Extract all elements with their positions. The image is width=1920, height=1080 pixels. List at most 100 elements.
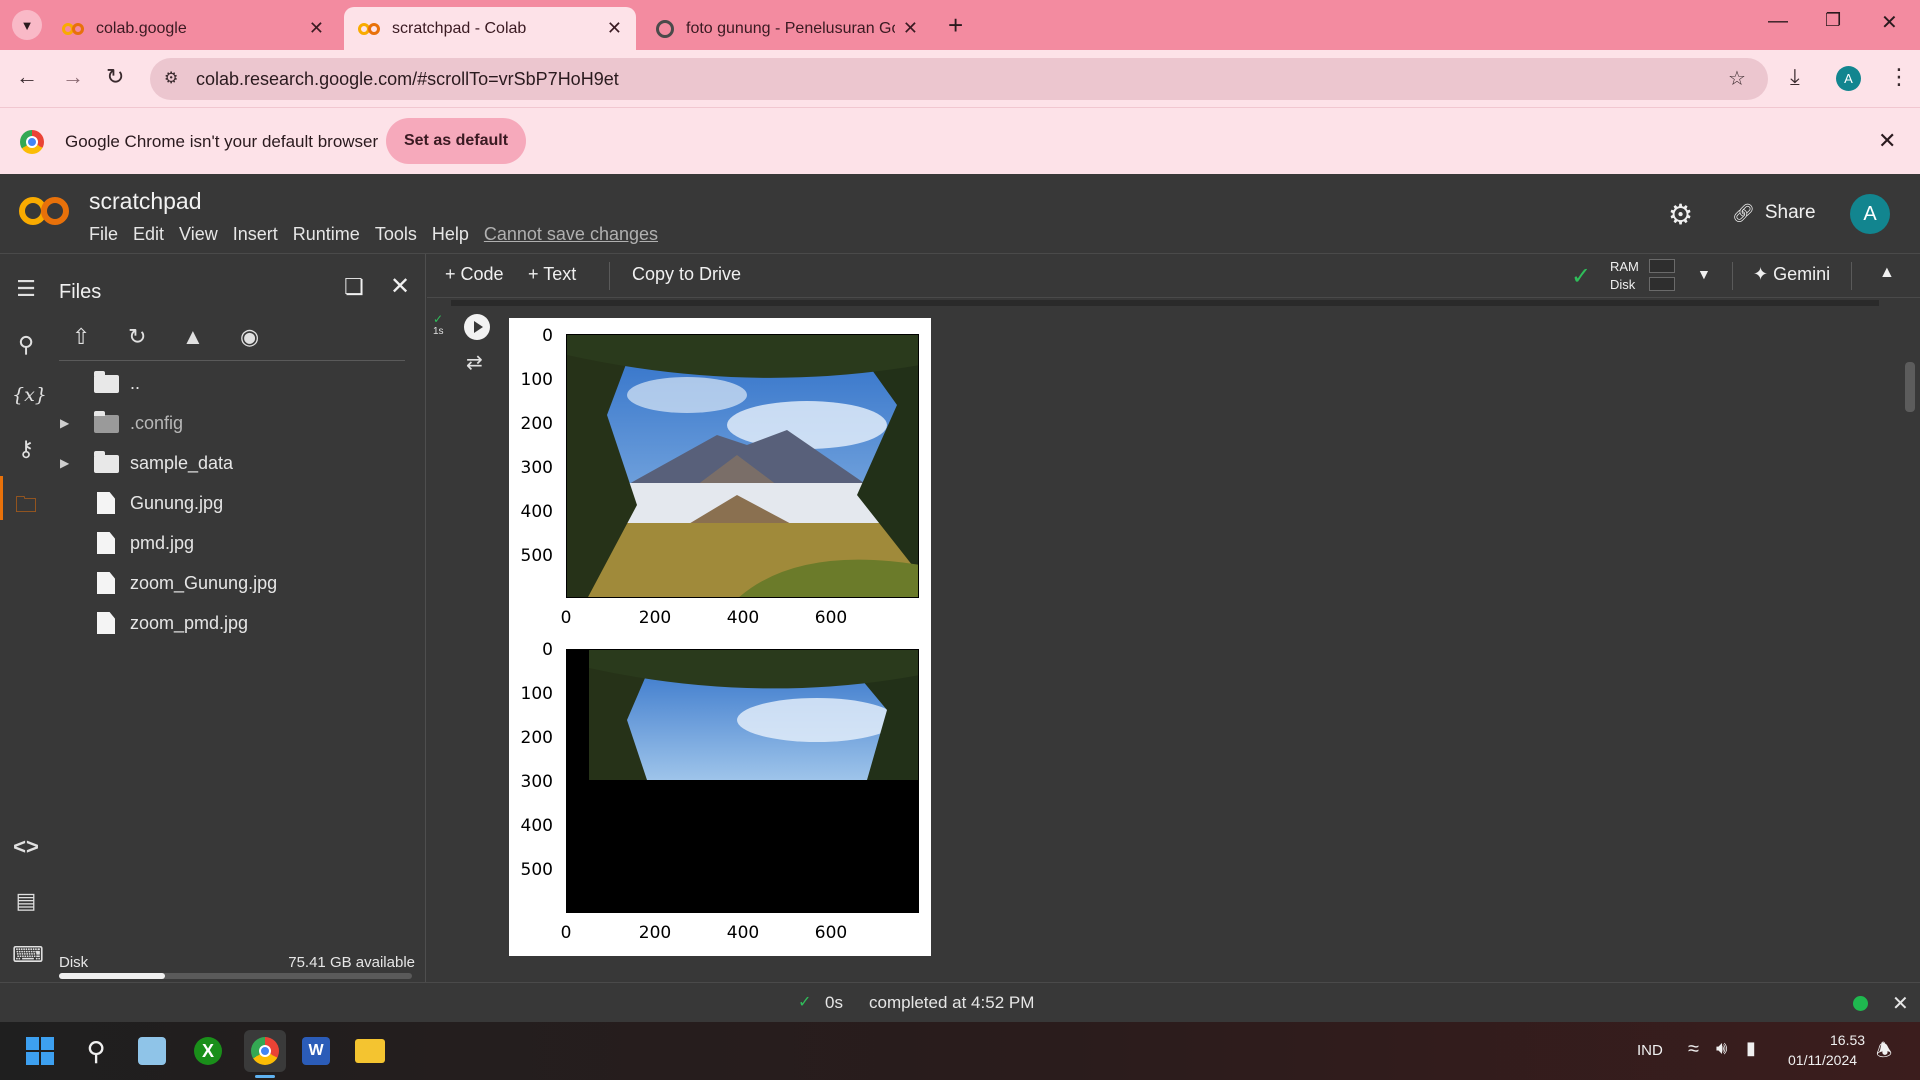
menu-file[interactable]: File <box>89 224 118 245</box>
word-app-icon[interactable]: W <box>298 1033 334 1069</box>
y-tick-label: 100 <box>520 370 553 390</box>
input-language[interactable]: IND <box>1637 1042 1663 1059</box>
notebook-title[interactable]: scratchpad <box>89 188 202 215</box>
menu-edit[interactable]: Edit <box>133 224 164 245</box>
expand-caret-icon[interactable]: ▶ <box>60 456 76 470</box>
divider <box>609 262 610 290</box>
file-name: Gunung.jpg <box>130 492 224 513</box>
mountain-image-zoomed <box>566 649 919 913</box>
copilot-app-icon[interactable] <box>134 1033 170 1069</box>
windows-start-icon[interactable] <box>22 1033 58 1069</box>
y-tick-label: 400 <box>520 816 553 836</box>
bookmark-star-icon[interactable]: ☆ <box>1728 66 1746 91</box>
xbox-app-icon[interactable]: X <box>190 1033 226 1069</box>
menu-tools[interactable]: Tools <box>375 224 417 245</box>
file-explorer-icon[interactable] <box>352 1033 388 1069</box>
set-as-default-button[interactable]: Set as default <box>386 118 526 164</box>
menu-kebab-icon[interactable]: ⋮ <box>1888 64 1910 90</box>
close-icon[interactable]: ✕ <box>309 18 324 39</box>
forward-icon[interactable]: → <box>62 64 84 90</box>
add-code-button[interactable]: + Code <box>445 264 504 285</box>
run-cell-button[interactable] <box>464 314 490 340</box>
file-entry-zoom-pmd[interactable]: zoom_pmd.jpg <box>52 606 412 640</box>
output-actions-icon[interactable]: ⇄ <box>466 350 483 375</box>
gemini-label: Gemini <box>1773 264 1831 284</box>
colab-logo-icon[interactable] <box>18 194 70 233</box>
gemini-button[interactable]: ✦ Gemini <box>1753 264 1830 285</box>
chrome-app-icon[interactable] <box>244 1030 286 1072</box>
file-name: pmd.jpg <box>130 532 195 553</box>
status-close-icon[interactable]: ✕ <box>1892 991 1909 1016</box>
folder-icon <box>94 411 120 433</box>
upload-file-icon[interactable]: ⇧ <box>72 324 90 350</box>
variables-icon[interactable]: {x} <box>12 384 47 406</box>
tab-scratchpad[interactable]: scratchpad - Colab ✕ <box>344 7 636 50</box>
show-hidden-eye-icon[interactable]: ◉ <box>240 324 259 350</box>
mount-drive-icon[interactable]: ▲ <box>182 324 204 350</box>
expand-caret-icon[interactable]: ▶ <box>60 416 76 430</box>
x-tick-label: 400 <box>726 608 760 628</box>
secrets-key-icon[interactable]: ⚷ <box>12 436 40 462</box>
file-name: .. <box>130 372 141 393</box>
clock-date[interactable]: 01/11/2024 <box>1788 1052 1857 1068</box>
runtime-dropdown-icon[interactable]: ▼ <box>1697 266 1711 282</box>
clock-time[interactable]: 16.53 <box>1830 1032 1865 1048</box>
minimize-icon[interactable]: — <box>1768 10 1788 33</box>
menu-insert[interactable]: Insert <box>233 224 278 245</box>
menu-view[interactable]: View <box>179 224 218 245</box>
file-entry-pmd[interactable]: pmd.jpg <box>52 526 412 560</box>
close-panel-icon[interactable]: ✕ <box>390 272 410 301</box>
active-indicator <box>0 476 3 520</box>
disk-meter[interactable] <box>1649 277 1675 291</box>
copy-to-drive-button[interactable]: Copy to Drive <box>632 264 741 285</box>
files-folder-icon[interactable]: 🗀︎ <box>12 488 40 526</box>
menu-runtime[interactable]: Runtime <box>293 224 360 245</box>
terminal-icon[interactable]: ⌨ <box>12 942 44 968</box>
vertical-scrollbar[interactable] <box>1905 362 1915 412</box>
refresh-icon[interactable]: ↻ <box>128 324 146 350</box>
file-entry-zoom-gunung[interactable]: zoom_Gunung.jpg <box>52 566 412 600</box>
reload-icon[interactable]: ↻ <box>106 64 124 90</box>
new-tab-icon[interactable]: + <box>948 10 963 41</box>
add-text-button[interactable]: + Text <box>528 264 576 285</box>
profile-avatar[interactable]: A <box>1836 66 1861 91</box>
file-entry-parent[interactable]: .. <box>52 366 412 400</box>
tab-search-icon[interactable]: ▼ <box>12 10 42 40</box>
cannot-save-link[interactable]: Cannot save changes <box>484 224 658 245</box>
restore-icon[interactable]: ❐ <box>1825 10 1841 31</box>
wifi-icon[interactable]: ≈ <box>1688 1038 1699 1061</box>
code-snippets-icon[interactable]: <> <box>12 834 40 860</box>
y-tick-label: 0 <box>542 640 553 660</box>
settings-gear-icon[interactable]: ⚙ <box>1668 198 1693 231</box>
file-entry-config[interactable]: ▶ .config <box>52 406 412 440</box>
windows-taskbar: ⚲ X W IND ≈ 🔊︎ ▮ 16.53 01/11/2024 🕭︎ <box>0 1022 1920 1080</box>
search-icon[interactable]: ⚲ <box>12 332 40 358</box>
search-icon[interactable]: ⚲ <box>78 1033 114 1069</box>
site-info-icon[interactable]: ⚙ <box>164 68 178 88</box>
address-bar[interactable]: ⚙ colab.research.google.com/#scrollTo=vr… <box>150 58 1768 100</box>
table-of-contents-icon[interactable]: ☰ <box>12 276 40 302</box>
volume-icon[interactable]: 🔊︎ <box>1716 1038 1727 1059</box>
file-entry-sample-data[interactable]: ▶ sample_data <box>52 446 412 480</box>
file-entry-gunung[interactable]: Gunung.jpg <box>52 486 412 520</box>
open-in-tab-icon[interactable]: ❏ <box>344 274 364 300</box>
close-icon[interactable]: ✕ <box>607 18 622 39</box>
collapse-chevron-icon[interactable]: ▲ <box>1879 264 1895 282</box>
infobar-close-icon[interactable]: ✕ <box>1878 128 1896 154</box>
back-icon[interactable]: ← <box>16 64 38 90</box>
divider <box>59 360 405 361</box>
account-avatar[interactable]: A <box>1850 194 1890 234</box>
notification-bell-icon[interactable]: 🕭︎ <box>1876 1038 1892 1068</box>
download-icon[interactable]: ⤓ <box>1790 64 1800 90</box>
x-tick-label: 600 <box>814 923 848 943</box>
tab-colab-google[interactable]: colab.google ✕ <box>48 7 338 50</box>
tab-foto-gunung[interactable]: foto gunung - Penelusuran Goo ✕ <box>642 7 932 50</box>
close-icon[interactable]: ✕ <box>903 18 918 39</box>
menu-help[interactable]: Help <box>432 224 469 245</box>
file-name: sample_data <box>130 452 234 473</box>
command-palette-icon[interactable]: ▤ <box>12 888 40 914</box>
share-button[interactable]: 🔗︎ Share <box>1732 202 1816 224</box>
battery-icon[interactable]: ▮ <box>1746 1038 1756 1059</box>
ram-meter[interactable] <box>1649 259 1675 273</box>
window-close-icon[interactable]: ✕ <box>1881 10 1898 35</box>
